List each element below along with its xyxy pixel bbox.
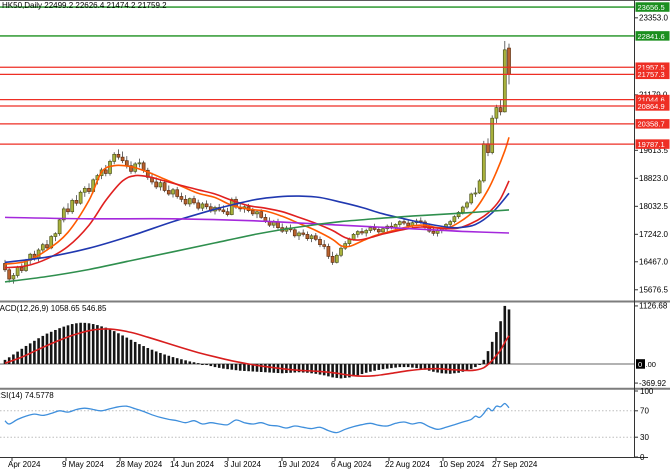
svg-text:28 May 2024: 28 May 2024 <box>116 460 163 469</box>
svg-text:22 Aug 2024: 22 Aug 2024 <box>385 460 430 469</box>
macd-label: MACD(12,26,9) 1058.65 546.85 <box>0 304 106 313</box>
svg-text:19787.1: 19787.1 <box>638 140 665 149</box>
svg-text:10 Sep 2024: 10 Sep 2024 <box>439 460 485 469</box>
svg-text:30: 30 <box>640 433 649 442</box>
svg-text:23656.5: 23656.5 <box>638 3 665 12</box>
svg-text:70: 70 <box>640 407 649 416</box>
svg-text:1126.68: 1126.68 <box>639 302 668 311</box>
svg-text:16467.0: 16467.0 <box>639 258 668 267</box>
chart-title: HK50,Daily 22499.2 22626.4 21474.2 21759… <box>2 1 167 10</box>
svg-text:20864.9: 20864.9 <box>638 102 665 111</box>
rsi-label: RSI(14) 74.5778 <box>0 391 54 400</box>
svg-text:100: 100 <box>640 387 654 396</box>
svg-text:17242.0: 17242.0 <box>639 230 668 239</box>
svg-text:9 May 2024: 9 May 2024 <box>62 460 104 469</box>
trading-chart-window: 23353.021179.019613.518823.018032.517242… <box>0 0 670 471</box>
svg-text:3 Jul 2024: 3 Jul 2024 <box>224 460 261 469</box>
chart-canvas[interactable]: 23353.021179.019613.518823.018032.517242… <box>0 0 670 471</box>
svg-text:6 Aug 2024: 6 Aug 2024 <box>331 460 372 469</box>
svg-text:18032.5: 18032.5 <box>639 202 668 211</box>
svg-text:27 Sep 2024: 27 Sep 2024 <box>492 460 538 469</box>
svg-text:15676.5: 15676.5 <box>639 286 668 295</box>
svg-text:21757.3: 21757.3 <box>638 70 665 79</box>
svg-text:19 Jul 2024: 19 Jul 2024 <box>278 460 320 469</box>
svg-text:0: 0 <box>638 360 642 369</box>
svg-text:14 Jun 2024: 14 Jun 2024 <box>170 460 215 469</box>
svg-text:.00: .00 <box>646 360 656 369</box>
svg-text:0: 0 <box>640 453 645 462</box>
svg-text:18823.0: 18823.0 <box>639 174 668 183</box>
svg-text:22841.6: 22841.6 <box>638 32 665 41</box>
svg-text:23353.0: 23353.0 <box>639 14 668 23</box>
svg-text:20358.7: 20358.7 <box>638 120 665 129</box>
svg-text:Apr 2024: Apr 2024 <box>8 460 41 469</box>
